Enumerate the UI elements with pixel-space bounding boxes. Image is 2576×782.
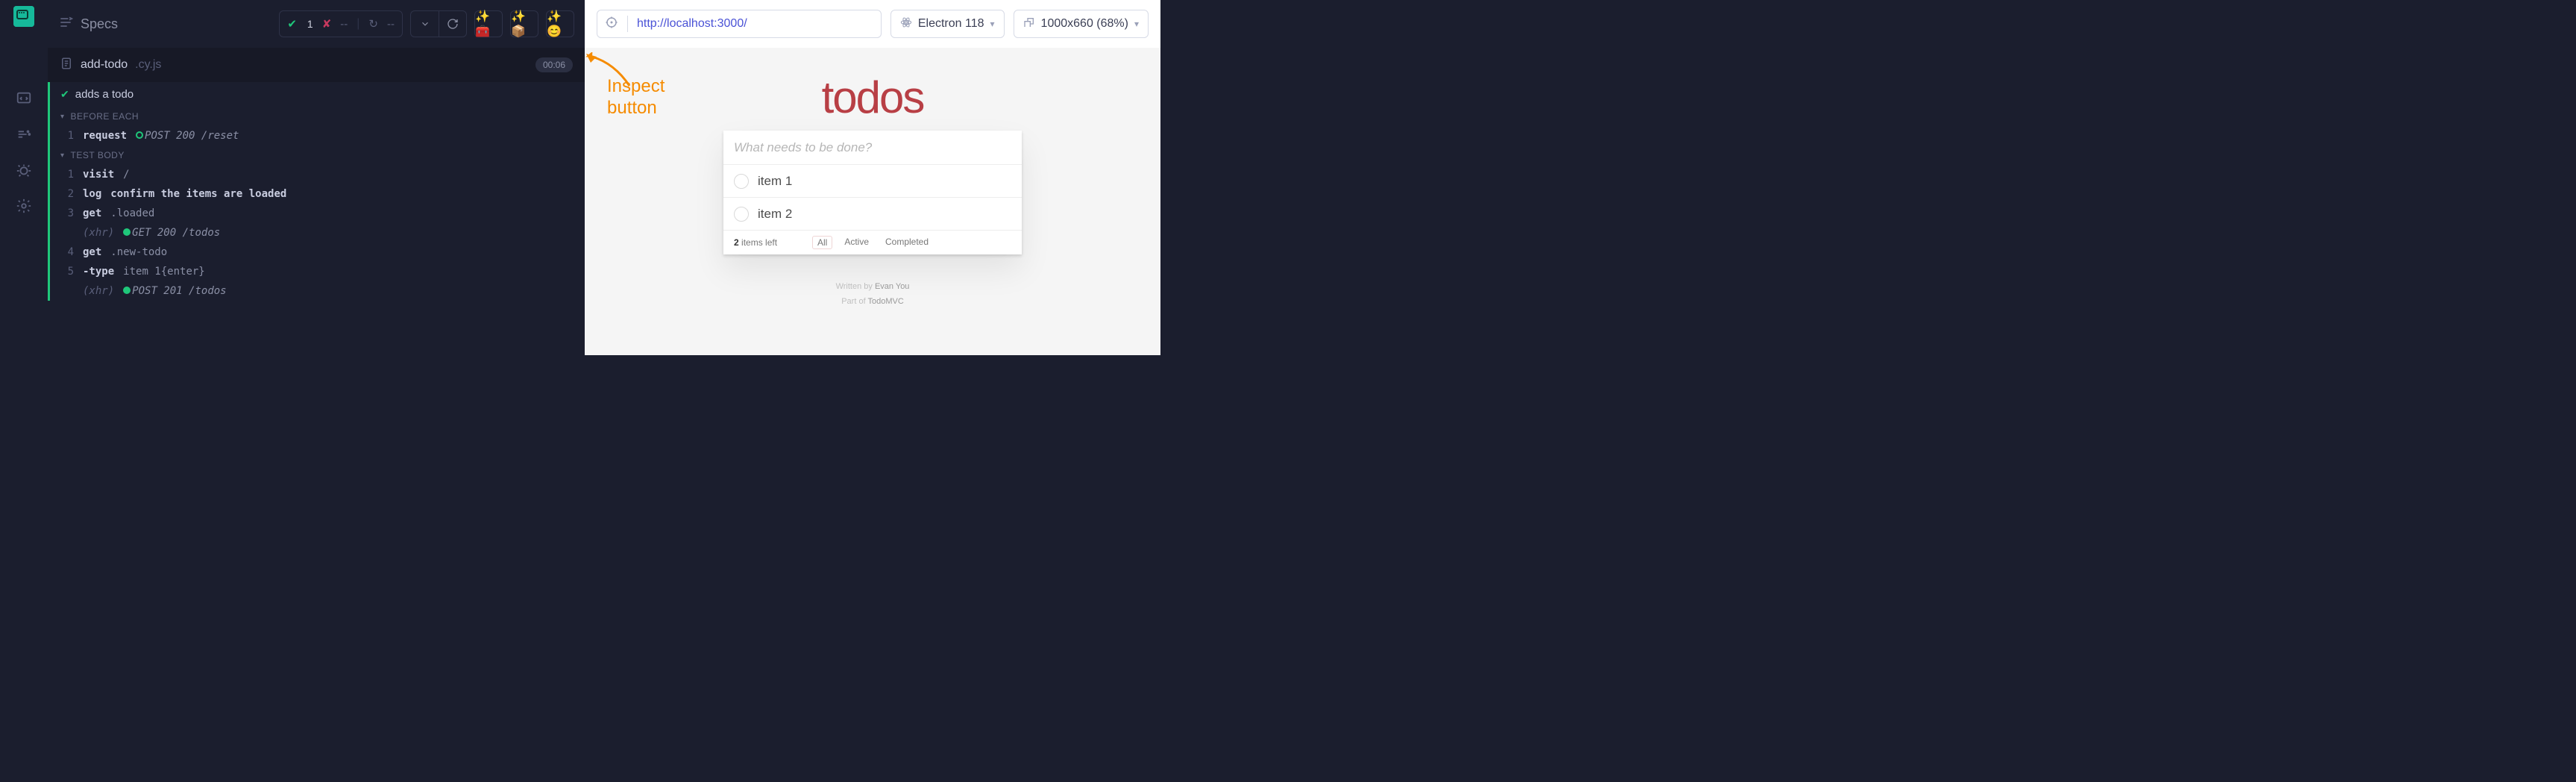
pass-check-icon: ✔ xyxy=(287,17,297,31)
spec-name: add-todo xyxy=(81,58,128,72)
wand-package-button[interactable]: ✨📦 xyxy=(510,10,538,37)
items-left: 2 items left xyxy=(734,237,777,248)
test-body-header[interactable]: ▾ TEST BODY xyxy=(50,146,585,165)
command-row[interactable]: 4 get .new-todo xyxy=(50,243,585,262)
file-icon xyxy=(60,57,73,74)
rerun-button[interactable] xyxy=(439,10,467,37)
settings-nav-icon[interactable] xyxy=(15,197,33,215)
test-title-row[interactable]: ✔ adds a todo xyxy=(50,82,585,107)
status-dot-icon xyxy=(136,131,143,139)
specs-title: Specs xyxy=(81,16,271,32)
command-row[interactable]: 1 request POST 200 /reset xyxy=(50,126,585,146)
todos-heading: todos xyxy=(822,72,924,123)
runs-nav-icon[interactable] xyxy=(15,125,33,143)
before-each-header[interactable]: ▾ BEFORE EACH xyxy=(50,107,585,126)
reporter-header: Specs ✔ 1 ✘ -- | ↻ -- ✨🧰 ✨📦 ✨😊 xyxy=(48,0,585,48)
reporter-panel: Specs ✔ 1 ✘ -- | ↻ -- ✨🧰 ✨📦 ✨😊 add-todo … xyxy=(48,0,585,355)
pass-count: 1 xyxy=(307,18,313,30)
new-todo-input[interactable]: What needs to be done? xyxy=(723,131,1022,165)
electron-icon xyxy=(900,16,912,32)
chevron-down-icon: ▾ xyxy=(1134,19,1139,29)
annotation-arrow-icon xyxy=(585,52,637,90)
aut-panel: http://localhost:3000/ Electron 118 ▾ 10… xyxy=(585,0,1160,355)
aut-url: http://localhost:3000/ xyxy=(637,17,747,31)
command-row[interactable]: 3 get .loaded xyxy=(50,204,585,223)
specs-nav-icon[interactable] xyxy=(15,90,33,107)
todo-footer: 2 items left All Active Completed xyxy=(723,231,1022,254)
xhr-row[interactable]: (xhr) GET 200 /todos xyxy=(50,223,585,243)
pending-icon: ↻ xyxy=(368,17,378,31)
selector-playground-icon[interactable] xyxy=(605,16,618,33)
filter-all[interactable]: All xyxy=(812,236,832,249)
cypress-logo xyxy=(13,6,34,27)
test-title: adds a todo xyxy=(75,88,133,101)
todo-checkbox[interactable] xyxy=(734,174,749,189)
inspect-button[interactable]: ✨😊 xyxy=(546,10,574,37)
next-test-button[interactable] xyxy=(410,10,439,37)
debug-nav-icon[interactable] xyxy=(15,161,33,179)
status-dot-icon xyxy=(123,228,131,236)
todo-app: What needs to be done? item 1 item 2 2 i… xyxy=(723,131,1022,254)
fail-x-icon: ✘ xyxy=(322,17,332,31)
spec-duration: 00:06 xyxy=(535,57,573,72)
wand-toolbox-button[interactable]: ✨🧰 xyxy=(474,10,503,37)
todo-checkbox[interactable] xyxy=(734,207,749,222)
credits-project[interactable]: TodoMVC xyxy=(867,297,903,306)
status-dot-icon xyxy=(123,287,131,294)
command-row[interactable]: 2 log confirm the items are loaded xyxy=(50,184,585,204)
spec-ext: .cy.js xyxy=(135,58,161,72)
aut-iframe: Inspect button todos What needs to be do… xyxy=(585,48,1160,355)
url-box[interactable]: http://localhost:3000/ xyxy=(597,10,882,38)
specs-icon xyxy=(58,15,73,34)
test-pass-icon: ✔ xyxy=(60,88,69,101)
viewport-picker[interactable]: 1000x660 (68%) ▾ xyxy=(1014,10,1149,38)
left-rail xyxy=(0,0,48,355)
fail-count: -- xyxy=(340,18,348,31)
test-stats: ✔ 1 ✘ -- | ↻ -- xyxy=(279,10,403,37)
browser-picker[interactable]: Electron 118 ▾ xyxy=(890,10,1005,38)
annotation: Inspect button xyxy=(607,76,665,119)
scale-icon xyxy=(1023,16,1035,32)
command-row[interactable]: 5 -type item 1{enter} xyxy=(50,262,585,281)
command-row[interactable]: 1 visit / xyxy=(50,165,585,184)
xhr-row[interactable]: (xhr) POST 201 /todos xyxy=(50,281,585,301)
test-body: ✔ adds a todo ▾ BEFORE EACH 1 request PO… xyxy=(48,82,585,301)
pending-count: -- xyxy=(387,18,395,31)
todo-item[interactable]: item 2 xyxy=(723,198,1022,231)
filter-completed[interactable]: Completed xyxy=(881,236,933,249)
spec-file-row[interactable]: add-todo .cy.js 00:06 xyxy=(48,48,585,82)
credits-author[interactable]: Evan You xyxy=(875,282,910,291)
chevron-down-icon: ▾ xyxy=(990,19,995,29)
filter-active[interactable]: Active xyxy=(840,236,873,249)
chevron-down-icon: ▾ xyxy=(60,151,65,160)
todo-item[interactable]: item 1 xyxy=(723,165,1022,198)
credits: Written by Evan You Part of TodoMVC xyxy=(836,280,910,310)
aut-header: http://localhost:3000/ Electron 118 ▾ 10… xyxy=(585,0,1160,48)
chevron-down-icon: ▾ xyxy=(60,113,65,121)
